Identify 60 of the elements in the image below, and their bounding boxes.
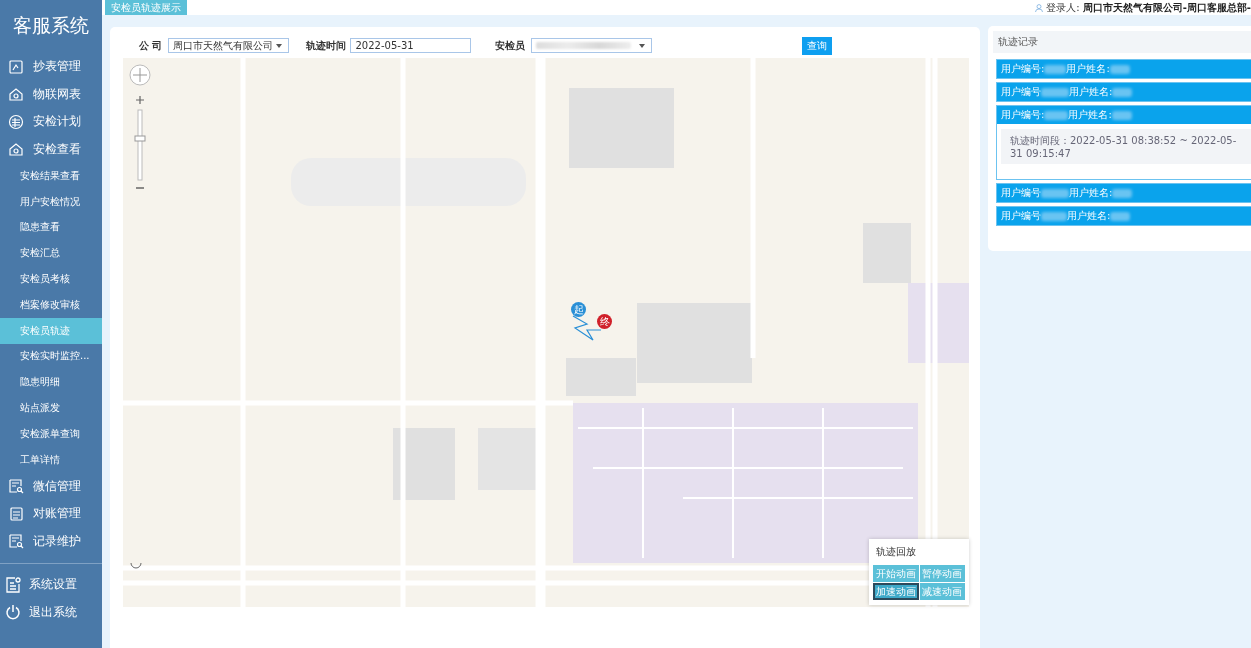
nav-subitem[interactable]: 安检派单查询 xyxy=(0,420,102,447)
date-field[interactable]: 2022-05-31 xyxy=(350,38,472,53)
record-header[interactable]: 用户编号: 用户姓名: xyxy=(997,106,1251,124)
redacted-block xyxy=(1110,211,1131,221)
company-label: 公 司 xyxy=(139,38,163,53)
redacted-block xyxy=(1044,110,1069,120)
nav-subitem[interactable]: 站点派发 xyxy=(0,395,102,421)
calendar-icon xyxy=(8,113,24,130)
nav-subitem[interactable]: 隐患查看 xyxy=(0,214,102,241)
document-search-icon xyxy=(8,533,24,550)
redacted-block xyxy=(1041,188,1069,198)
redacted-block xyxy=(1112,188,1133,198)
nav-item[interactable]: 安检计划 xyxy=(0,108,102,136)
nav-subitem[interactable]: 隐患明细 xyxy=(0,369,102,396)
redacted-block xyxy=(1041,87,1069,97)
nav-subitem[interactable]: 安检汇总 xyxy=(0,240,102,267)
nav-item[interactable]: 物联网表 xyxy=(0,80,102,108)
nav-item[interactable]: 安检查看 xyxy=(0,135,102,163)
track-time-range: 轨迹时间段：2022-05-31 08:38:52 ~ 2022-05-31 09:15:47 xyxy=(1001,129,1251,164)
nav-item[interactable]: 抄表管理 xyxy=(0,53,102,81)
record-header[interactable]: 用户编号 用户姓名: xyxy=(997,207,1251,225)
house-icon xyxy=(8,86,24,103)
document-icon xyxy=(8,505,24,522)
redacted-block xyxy=(1044,64,1067,74)
redacted-block xyxy=(1041,211,1067,221)
nav-subitem[interactable]: 档案修改审核 xyxy=(0,292,102,318)
record-header[interactable]: 用户编号: 用户姓名: xyxy=(997,60,1251,78)
playback-title: 轨迹回放 xyxy=(876,545,917,559)
nav-item[interactable]: 退出系统 xyxy=(0,598,102,626)
nav-item[interactable]: 对账管理 xyxy=(0,500,102,528)
app-title: 客服系统 xyxy=(12,13,90,38)
power-icon xyxy=(5,604,21,621)
login-user: 周口市天然气有限公司-周口客服总部- xyxy=(1082,0,1251,15)
login-label: 登录人: xyxy=(1046,0,1080,15)
record-header[interactable]: 用户编号 用户姓名: xyxy=(997,83,1251,101)
record-header[interactable]: 用户编号 用户姓名: xyxy=(997,184,1251,202)
nav-subitem[interactable]: 安检结果查看 xyxy=(0,163,102,189)
settings-icon xyxy=(5,575,21,594)
nav-subitem[interactable]: 用户安检情况 xyxy=(0,188,102,215)
nav-subitem[interactable]: 工单详情 xyxy=(0,446,102,473)
caret-icon xyxy=(276,43,283,48)
inspector-select[interactable] xyxy=(531,38,653,53)
document-search-icon xyxy=(8,478,24,495)
redacted-block xyxy=(1111,110,1132,120)
caret-icon xyxy=(639,43,646,48)
nav-subitem[interactable]: 安检实时监控... xyxy=(0,343,102,370)
nav-item[interactable]: 记录维护 xyxy=(0,527,102,556)
house-icon xyxy=(8,141,24,158)
nav-subitem[interactable]: 安检员考核 xyxy=(0,266,102,292)
query-button[interactable]: 查询 xyxy=(802,36,833,55)
inspector-label: 安检员 xyxy=(495,38,526,53)
nav-item[interactable]: 微信管理 xyxy=(0,472,102,501)
user-icon xyxy=(1035,3,1044,12)
playback-button[interactable]: 加速动画 xyxy=(873,583,919,600)
redacted-block xyxy=(1109,64,1130,74)
nav-item[interactable]: 系统设置 xyxy=(0,571,102,599)
redacted-block xyxy=(1112,87,1133,97)
time-label: 轨迹时间 xyxy=(306,38,347,53)
company-select[interactable]: 周口市天然气有限公司 xyxy=(168,38,290,53)
panel-title: 轨迹记录 xyxy=(993,31,1251,53)
